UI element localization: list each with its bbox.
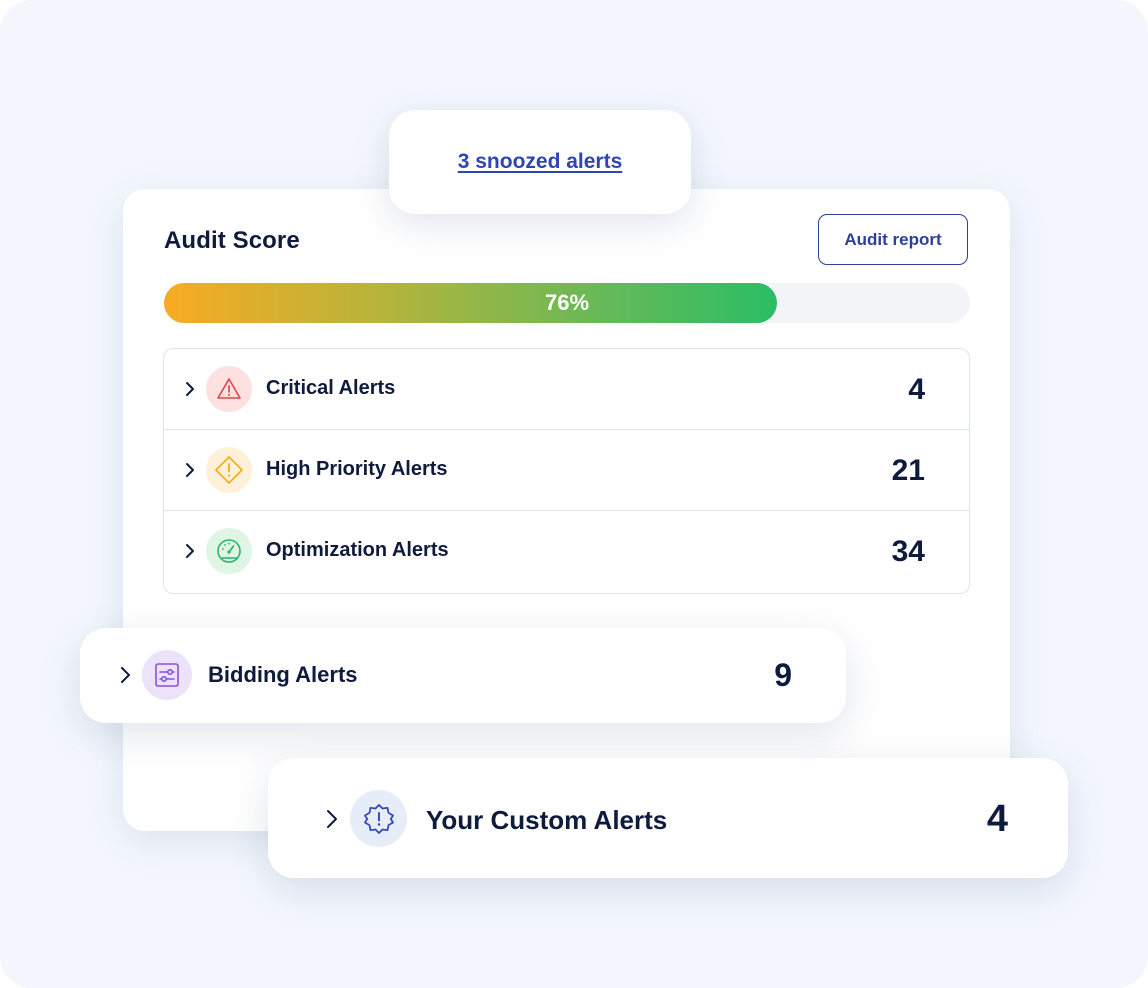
chevron-right-icon [184,541,196,561]
alert-row-high-priority[interactable]: High Priority Alerts 21 [164,430,969,511]
custom-alerts-card[interactable]: Your Custom Alerts 4 [268,758,1068,878]
warning-triangle-icon [206,366,252,412]
bidding-alerts-card[interactable]: Bidding Alerts 9 [80,628,846,723]
badge-alert-icon [350,790,407,847]
custom-alerts-label: Your Custom Alerts [426,805,668,835]
page-canvas: Audit Score Audit report 76% Critical Al… [0,0,1148,988]
gauge-icon [206,528,252,574]
custom-alerts-count: 4 [986,798,1008,840]
chevron-right-icon [184,460,196,480]
bidding-alerts-label: Bidding Alerts [208,662,358,687]
alert-row-optimization[interactable]: Optimization Alerts 34 [164,511,969,592]
alert-row-critical[interactable]: Critical Alerts 4 [164,349,969,430]
snoozed-alerts-link[interactable]: 3 snoozed alerts [458,150,623,174]
snoozed-alerts-card: 3 snoozed alerts [389,110,691,214]
audit-score-card: Audit Score Audit report 76% Critical Al… [123,189,1010,831]
audit-score-progress-bar: 76% [164,283,970,323]
alert-label: Optimization Alerts [266,539,449,561]
chevron-right-icon [184,379,196,399]
bidding-alerts-count: 9 [774,657,792,693]
alert-count: 4 [908,373,925,406]
audit-score-title: Audit Score [164,227,300,254]
alert-label: Critical Alerts [266,377,396,399]
alert-count: 21 [891,454,925,487]
warning-diamond-icon [206,447,252,493]
alert-label: High Priority Alerts [266,458,448,480]
alert-list: Critical Alerts 4 High Priority Alerts 2… [163,348,970,594]
chevron-right-icon [120,666,131,689]
sliders-icon [142,650,192,700]
alert-count: 34 [891,535,925,568]
audit-report-button[interactable]: Audit report [818,214,968,265]
chevron-right-icon [326,809,338,834]
audit-score-percent: 76% [544,290,590,315]
